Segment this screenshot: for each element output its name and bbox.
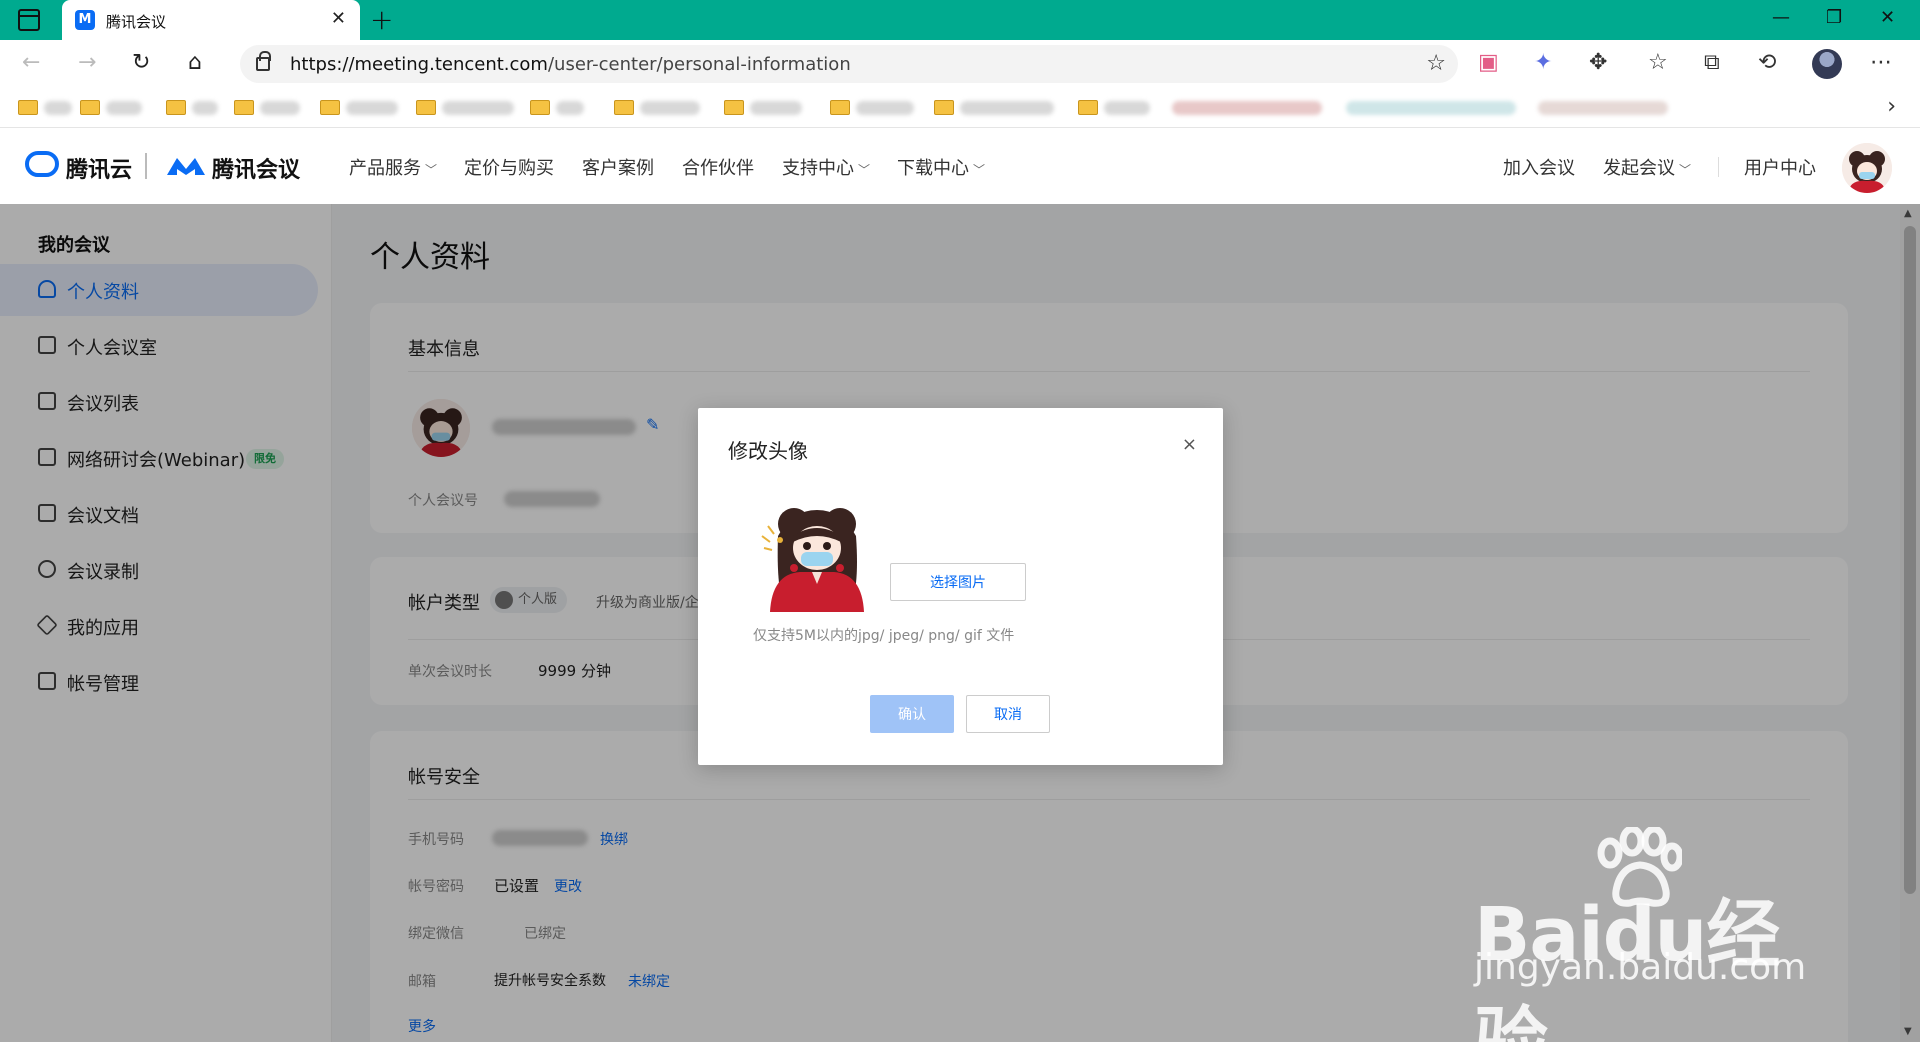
avatar-preview: [756, 496, 878, 612]
nav-cases[interactable]: 客户案例: [582, 154, 654, 180]
bookmark-folder[interactable]: [18, 97, 78, 119]
site-header: 腾讯云 腾讯会议 产品服务 ﹀ 定价与购买 客户案例 合作伙伴 支持中心 ﹀ 下载中…: [0, 129, 1920, 204]
user-center-link[interactable]: 用户中心: [1744, 154, 1816, 180]
avatar-illustration: [1842, 143, 1892, 193]
file-hint: 仅支持5M以内的jpg/ jpeg/ png/ gif 文件: [753, 628, 1015, 644]
lock-icon[interactable]: [256, 51, 271, 71]
folder-icon: [1078, 100, 1098, 115]
browser-tab[interactable]: M 腾讯会议 ✕: [62, 0, 360, 40]
folder-icon: [724, 100, 744, 115]
bookmark-folder[interactable]: [614, 97, 708, 119]
extensions-icon[interactable]: ✥: [1589, 50, 1607, 75]
bookmark-folder[interactable]: [166, 97, 230, 119]
start-meeting-menu[interactable]: 发起会议 ﹀: [1603, 154, 1691, 180]
tencent-cloud-logo-text[interactable]: 腾讯云: [66, 152, 132, 184]
join-meeting-link[interactable]: 加入会议: [1503, 154, 1575, 180]
bookmark-folder[interactable]: [530, 97, 594, 119]
logo-divider: [145, 153, 147, 179]
restore-icon[interactable]: ❐: [1826, 7, 1842, 28]
refresh-icon[interactable]: ↻: [132, 50, 150, 75]
minimize-icon[interactable]: —: [1772, 7, 1790, 28]
folder-icon: [830, 100, 850, 115]
address-bar[interactable]: https://meeting.tencent.com/user-center/…: [240, 45, 1458, 83]
bookmark-folder[interactable]: [320, 97, 410, 119]
tencent-meeting-logo-icon[interactable]: [165, 155, 207, 177]
nav-pricing[interactable]: 定价与购买: [464, 154, 554, 180]
tencent-meeting-logo-text[interactable]: 腾讯会议: [212, 152, 300, 184]
nav-download[interactable]: 下载中心 ﹀: [897, 154, 985, 180]
bookmark-folder[interactable]: [934, 97, 1054, 119]
bookmark-folder[interactable]: [1078, 97, 1158, 119]
bookmark-item[interactable]: [1344, 97, 1524, 119]
bookmarks-bar: ›: [0, 88, 1920, 128]
folder-icon: [80, 100, 100, 115]
back-icon[interactable]: ←: [22, 50, 40, 75]
bookmark-folder[interactable]: [234, 97, 314, 119]
chevron-down-icon: ﹀: [858, 163, 871, 177]
user-avatar[interactable]: [1842, 143, 1892, 193]
chevron-down-icon: ﹀: [425, 163, 438, 177]
tencent-meeting-favicon-icon: M: [75, 10, 95, 30]
folder-icon: [234, 100, 254, 115]
tab-close-icon[interactable]: ✕: [331, 8, 346, 29]
history-icon[interactable]: ⟲: [1758, 50, 1776, 75]
folder-icon: [18, 100, 38, 115]
bookmark-item[interactable]: [1170, 97, 1330, 119]
bookmark-item[interactable]: [1536, 97, 1670, 119]
url-text: https://meeting.tencent.com/user-center/…: [290, 54, 851, 75]
more-menu-icon[interactable]: ⋯: [1870, 50, 1892, 75]
window-close-icon[interactable]: ✕: [1880, 7, 1895, 28]
nav-products[interactable]: 产品服务 ﹀: [349, 154, 437, 180]
browser-tabbar: M 腾讯会议 ✕ + — ❐ ✕: [0, 0, 1920, 40]
browser-toolbar: ← → ↻ ⌂ https://meeting.tencent.com/user…: [0, 40, 1920, 88]
bookmark-folder[interactable]: [416, 97, 516, 119]
bookmark-folder[interactable]: [80, 97, 150, 119]
bookmarks-more-chevron-icon[interactable]: ›: [1887, 94, 1896, 119]
nav-support[interactable]: 支持中心 ﹀: [782, 154, 870, 180]
add-favorite-icon[interactable]: ☆: [1426, 51, 1446, 76]
folder-icon: [530, 100, 550, 115]
new-tab-icon[interactable]: +: [370, 3, 393, 36]
chevron-down-icon: ﹀: [1679, 163, 1692, 177]
folder-icon: [416, 100, 436, 115]
folder-icon: [614, 100, 634, 115]
avatar-illustration: [756, 496, 878, 612]
nav-partners[interactable]: 合作伙伴: [682, 154, 754, 180]
home-icon[interactable]: ⌂: [188, 50, 202, 75]
dialog-title: 修改头像: [728, 439, 808, 463]
cancel-button[interactable]: 取消: [966, 695, 1050, 733]
select-image-button[interactable]: 选择图片: [890, 563, 1026, 601]
header-divider: [1718, 157, 1719, 177]
folder-icon: [934, 100, 954, 115]
watermark-small-text: jingyan.baidu.com: [1474, 947, 1807, 988]
folder-icon: [166, 100, 186, 115]
tab-title: 腾讯会议: [106, 13, 167, 31]
confirm-button[interactable]: 确认: [870, 695, 954, 733]
chevron-down-icon: ﹀: [973, 163, 986, 177]
forward-icon[interactable]: →: [78, 50, 96, 75]
collections-icon[interactable]: ⧉: [1704, 50, 1720, 75]
browser-profile-avatar[interactable]: [1812, 49, 1842, 79]
change-avatar-dialog: 修改头像 × 选择图片 仅支持5M以内的jpg/ jpeg/ png/ gif …: [698, 408, 1223, 765]
baidu-watermark: Baidu经验 jingyan.baidu.com: [1470, 827, 1820, 1042]
bookmark-folder[interactable]: [830, 97, 930, 119]
bookmark-folder[interactable]: [724, 97, 814, 119]
favorites-icon[interactable]: ☆: [1648, 50, 1668, 75]
extension-pink-icon[interactable]: ▣: [1478, 50, 1499, 75]
tab-actions-icon[interactable]: [18, 9, 40, 31]
close-icon[interactable]: ×: [1182, 434, 1197, 455]
extension-bird-icon[interactable]: ✦: [1534, 50, 1552, 75]
tencent-cloud-logo-icon[interactable]: [25, 151, 59, 177]
folder-icon: [320, 100, 340, 115]
